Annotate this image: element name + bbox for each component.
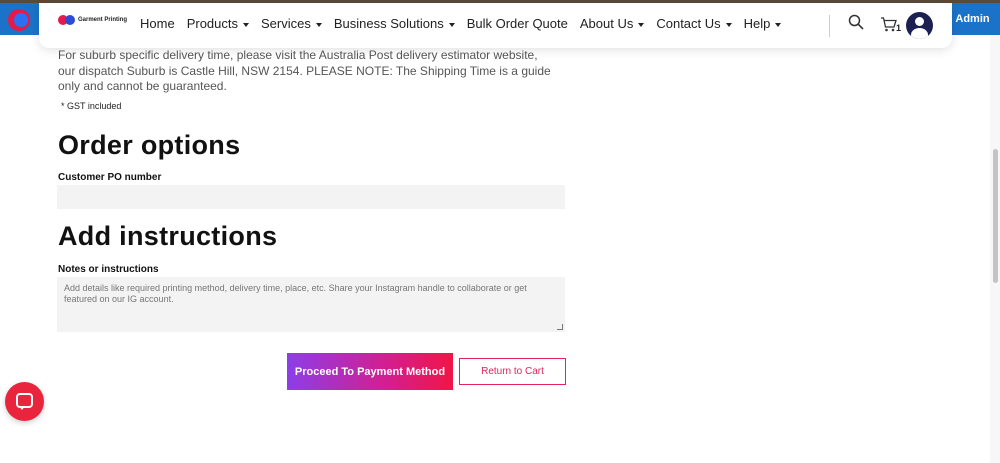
nav-item-services[interactable]: Services [261, 16, 322, 31]
chevron-down-icon [775, 22, 782, 27]
delivery-note: For suburb specific delivery time, pleas… [58, 48, 551, 93]
nav-item-help[interactable]: Help [744, 16, 782, 31]
nav-item-contact-us[interactable]: Contact Us [656, 16, 732, 31]
brand-dot-blue [65, 15, 75, 25]
nav-item-products[interactable]: Products [187, 16, 249, 31]
chevron-down-icon [725, 22, 732, 27]
resize-handle-icon[interactable] [557, 324, 563, 330]
brand-logo[interactable]: Garment Printing [58, 15, 127, 25]
cart-icon[interactable] [880, 17, 897, 32]
return-to-cart-button[interactable]: Return to Cart [459, 358, 566, 385]
order-options-title: Order options [58, 130, 241, 160]
nav-item-home[interactable]: Home [140, 16, 175, 31]
brand-text: Garment Printing [78, 17, 128, 23]
nav-label: Bulk Order Quote [466, 16, 568, 31]
user-avatar-icon[interactable] [906, 12, 933, 39]
nav-item-business-solutions[interactable]: Business Solutions [334, 16, 455, 31]
main-navbar: Garment Printing Home Products Services … [39, 3, 952, 48]
gst-note: * GST included [61, 100, 122, 111]
proceed-to-payment-button[interactable]: Proceed To Payment Method [287, 353, 453, 390]
chat-bubble-tail [19, 406, 25, 410]
search-icon[interactable] [848, 14, 864, 30]
po-number-label: Customer PO number [58, 172, 162, 183]
chevron-down-icon [315, 22, 322, 27]
notes-textarea[interactable]: Add details like required printing metho… [57, 277, 565, 332]
page-scrollbar[interactable] [990, 35, 1000, 463]
nav-label: Help [743, 16, 771, 31]
nav-label: About Us [579, 16, 634, 31]
nav-label: Home [140, 16, 175, 31]
cart-count-badge: 1 [896, 23, 902, 33]
chevron-down-icon [243, 22, 249, 27]
nav-divider [829, 15, 830, 37]
checkout-main: For suburb specific delivery time, pleas… [57, 48, 568, 332]
nav-item-about-us[interactable]: About Us [579, 16, 645, 31]
avatar-head [915, 17, 924, 26]
nav-label: Services [261, 16, 311, 31]
nav-label: Contact Us [656, 16, 721, 31]
po-number-input[interactable] [57, 185, 565, 209]
nav-item-bulk-order-quote[interactable]: Bulk Order Quote [467, 16, 568, 31]
chevron-down-icon [638, 22, 645, 27]
nav-label: Business Solutions [333, 16, 444, 31]
nav-label: Products [186, 16, 238, 31]
admin-link[interactable]: Admin [945, 3, 1000, 35]
add-instructions-title: Add instructions [58, 221, 278, 251]
scrollbar-thumb[interactable] [993, 149, 998, 283]
chevron-down-icon [448, 22, 455, 27]
avatar-body [911, 28, 928, 39]
notes-placeholder: Add details like required printing metho… [64, 283, 527, 304]
site-logo-admin[interactable] [0, 3, 44, 35]
notes-label: Notes or instructions [58, 264, 159, 275]
logo-mark-blue [14, 13, 28, 27]
nav-menu: Home Products Services Business Solution… [140, 16, 782, 31]
chat-button[interactable] [5, 382, 44, 421]
